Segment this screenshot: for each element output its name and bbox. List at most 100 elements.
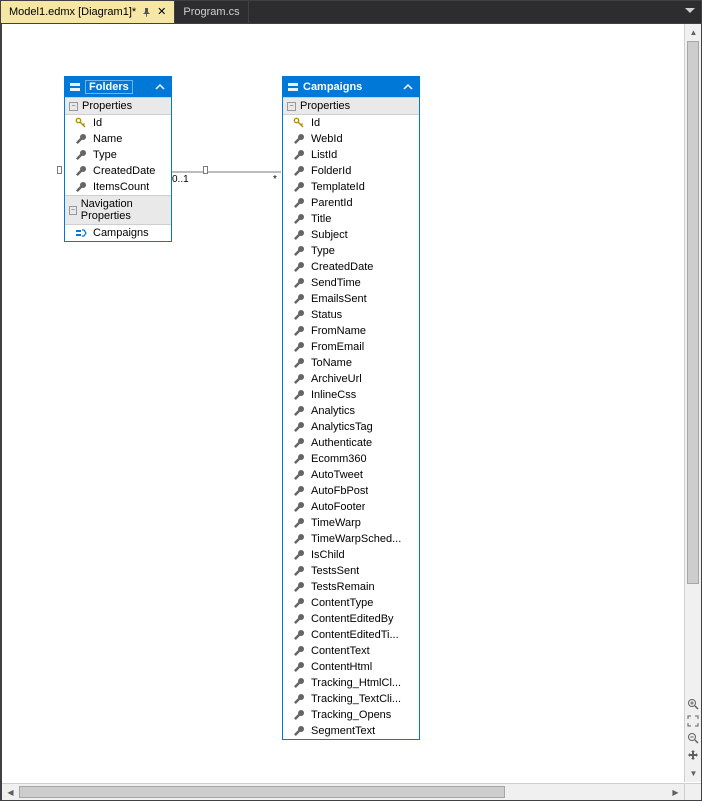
property-row[interactable]: AutoFooter bbox=[283, 499, 419, 515]
tab-model1-edmx[interactable]: Model1.edmx [Diagram1]* ✕ bbox=[1, 1, 175, 23]
property-row[interactable]: TemplateId bbox=[283, 179, 419, 195]
close-icon[interactable]: ✕ bbox=[157, 7, 166, 18]
tab-overflow-button[interactable] bbox=[683, 3, 697, 17]
property-row[interactable]: ContentHtml bbox=[283, 659, 419, 675]
property-row[interactable]: TimeWarp bbox=[283, 515, 419, 531]
property-icon bbox=[293, 645, 305, 657]
property-label: ParentId bbox=[311, 197, 353, 209]
property-row[interactable]: Ecomm360 bbox=[283, 451, 419, 467]
association-endpoint-left[interactable] bbox=[57, 166, 62, 174]
property-row[interactable]: Title bbox=[283, 211, 419, 227]
property-icon bbox=[293, 693, 305, 705]
design-surface[interactable]: 0..1 * Folders − bbox=[1, 23, 701, 800]
scrollbar-thumb[interactable] bbox=[19, 786, 505, 798]
property-label: Subject bbox=[311, 229, 348, 241]
property-row[interactable]: Tracking_TextCli... bbox=[283, 691, 419, 707]
collapse-icon[interactable] bbox=[401, 80, 415, 94]
association-endpoint-mid[interactable] bbox=[203, 166, 208, 174]
property-row[interactable]: CreatedDate bbox=[65, 163, 171, 179]
section-navprops-header[interactable]: − Navigation Properties bbox=[65, 195, 171, 225]
entity-header[interactable]: Campaigns bbox=[283, 77, 419, 97]
property-row[interactable]: Tracking_HtmlCl... bbox=[283, 675, 419, 691]
property-label: ListId bbox=[311, 149, 337, 161]
property-row[interactable]: Type bbox=[283, 243, 419, 259]
properties-list: IdWebId ListId FolderIdTemplateId ParentId T… bbox=[283, 115, 419, 739]
property-row[interactable]: Type bbox=[65, 147, 171, 163]
property-row[interactable]: Analytics bbox=[283, 403, 419, 419]
property-row[interactable]: SendTime bbox=[283, 275, 419, 291]
property-row[interactable]: ContentText bbox=[283, 643, 419, 659]
scrollbar-track[interactable] bbox=[19, 784, 667, 800]
property-icon bbox=[293, 133, 305, 145]
zoom-in-button[interactable] bbox=[685, 696, 700, 711]
property-row[interactable]: AutoFbPost bbox=[283, 483, 419, 499]
property-row[interactable]: ContentType bbox=[283, 595, 419, 611]
entity-title: Folders bbox=[85, 80, 133, 94]
property-row[interactable]: ListId bbox=[283, 147, 419, 163]
property-row[interactable]: TestsRemain bbox=[283, 579, 419, 595]
zoom-fit-button[interactable] bbox=[685, 713, 700, 728]
property-row[interactable]: EmailsSent bbox=[283, 291, 419, 307]
property-row[interactable]: InlineCss bbox=[283, 387, 419, 403]
scroll-up-button[interactable]: ▲ bbox=[685, 24, 701, 41]
section-properties-header[interactable]: − Properties bbox=[283, 97, 419, 115]
zoom-out-button[interactable] bbox=[685, 730, 700, 745]
property-row[interactable]: ContentEditedTi... bbox=[283, 627, 419, 643]
property-row[interactable]: SegmentText bbox=[283, 723, 419, 739]
entity-folders[interactable]: Folders − Properties IdNameTypeCreatedDa… bbox=[64, 76, 172, 242]
property-row[interactable]: Name bbox=[65, 131, 171, 147]
property-row[interactable]: Tracking_Opens bbox=[283, 707, 419, 723]
property-icon bbox=[293, 197, 305, 209]
property-icon bbox=[293, 517, 305, 529]
navprop-row[interactable]: Campaigns bbox=[65, 225, 171, 241]
property-row[interactable]: Authenticate bbox=[283, 435, 419, 451]
entity-header[interactable]: Folders bbox=[65, 77, 171, 97]
property-label: ContentEditedBy bbox=[311, 613, 394, 625]
property-row[interactable]: TimeWarpSched... bbox=[283, 531, 419, 547]
collapse-section-icon[interactable]: − bbox=[287, 102, 296, 111]
property-icon bbox=[293, 453, 305, 465]
property-row[interactable]: ArchiveUrl bbox=[283, 371, 419, 387]
tab-label: Program.cs bbox=[183, 6, 239, 18]
property-row[interactable]: IsChild bbox=[283, 547, 419, 563]
scrollbar-thumb[interactable] bbox=[687, 41, 699, 584]
property-row[interactable]: ParentId bbox=[283, 195, 419, 211]
pin-icon[interactable] bbox=[142, 8, 151, 17]
section-properties-header[interactable]: − Properties bbox=[65, 97, 171, 115]
property-row[interactable]: CreatedDate bbox=[283, 259, 419, 275]
tab-program-cs[interactable]: Program.cs bbox=[175, 1, 248, 23]
property-row[interactable]: WebId bbox=[283, 131, 419, 147]
property-row[interactable]: ToName bbox=[283, 355, 419, 371]
property-icon bbox=[293, 261, 305, 273]
collapse-section-icon[interactable]: − bbox=[69, 102, 78, 111]
property-label: Tracking_HtmlCl... bbox=[311, 677, 401, 689]
scroll-down-button[interactable]: ▼ bbox=[685, 765, 701, 782]
vertical-scrollbar[interactable]: ▲ ▼ bbox=[684, 24, 701, 782]
property-row[interactable]: Subject bbox=[283, 227, 419, 243]
horizontal-scrollbar[interactable]: ◀ ▶ bbox=[2, 783, 684, 800]
property-row[interactable]: Status bbox=[283, 307, 419, 323]
property-row[interactable]: AutoTweet bbox=[283, 467, 419, 483]
property-row[interactable]: Id bbox=[283, 115, 419, 131]
document-tab-bar: Model1.edmx [Diagram1]* ✕ Program.cs bbox=[1, 1, 701, 23]
collapse-section-icon[interactable]: − bbox=[69, 206, 77, 215]
property-label: ContentEditedTi... bbox=[311, 629, 399, 641]
property-row[interactable]: ItemsCount bbox=[65, 179, 171, 195]
property-row[interactable]: AnalyticsTag bbox=[283, 419, 419, 435]
property-row[interactable]: FolderId bbox=[283, 163, 419, 179]
entity-icon bbox=[287, 81, 299, 93]
scroll-right-button[interactable]: ▶ bbox=[667, 784, 684, 800]
property-icon bbox=[293, 373, 305, 385]
property-icon bbox=[293, 597, 305, 609]
scrollbar-track[interactable] bbox=[685, 41, 701, 765]
entity-campaigns[interactable]: Campaigns − Properties IdWebId ListId Fold… bbox=[282, 76, 420, 740]
property-row[interactable]: FromName bbox=[283, 323, 419, 339]
property-icon bbox=[293, 549, 305, 561]
property-row[interactable]: Id bbox=[65, 115, 171, 131]
collapse-icon[interactable] bbox=[153, 80, 167, 94]
property-row[interactable]: TestsSent bbox=[283, 563, 419, 579]
pan-button[interactable] bbox=[685, 747, 700, 762]
property-row[interactable]: FromEmail bbox=[283, 339, 419, 355]
scroll-left-button[interactable]: ◀ bbox=[2, 784, 19, 800]
property-row[interactable]: ContentEditedBy bbox=[283, 611, 419, 627]
